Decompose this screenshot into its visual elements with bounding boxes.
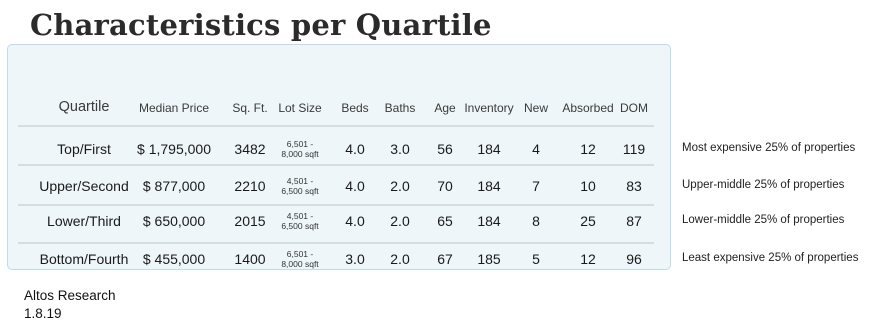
new-cell: 8 (532, 213, 540, 229)
header-inventory: Inventory (464, 101, 514, 115)
beds-cell: 4.0 (345, 141, 365, 157)
age-cell: 67 (437, 251, 453, 267)
header-lot-size: Lot Size (278, 101, 322, 115)
beds-cell: 4.0 (345, 213, 365, 229)
lot-size-cell: 4,501 -6,500 sqft (281, 211, 318, 231)
lot-size-unit: 8,000 sqft (281, 149, 319, 159)
absorbed-cell: 25 (580, 213, 596, 229)
row-separator (18, 242, 654, 244)
age-cell: 65 (437, 213, 453, 229)
row-separator (18, 125, 654, 127)
dom-cell: 83 (626, 178, 642, 194)
source-date: 1.8.19 (24, 306, 62, 321)
header-beds: Beds (341, 101, 369, 115)
lot-size-range: 6,501 - (286, 139, 314, 149)
price-cell: $ 650,000 (142, 213, 206, 229)
baths-cell: 2.0 (390, 251, 410, 267)
beds-cell: 3.0 (345, 251, 365, 267)
quartile-description: Lower-middle 25% of properties (682, 214, 845, 226)
beds-cell: 4.0 (345, 178, 365, 194)
quartile-description: Upper-middle 25% of properties (682, 179, 845, 191)
quartile-cell: Upper/Second (39, 178, 129, 194)
age-cell: 56 (437, 141, 453, 157)
new-cell: 5 (532, 251, 540, 267)
quartile-cell: Lower/Third (47, 213, 121, 229)
lot-size-unit: 6,500 sqft (281, 186, 319, 196)
sqft-cell: 2210 (234, 178, 266, 194)
quartile-table-panel (7, 44, 671, 270)
header-age: Age (434, 101, 456, 115)
dom-cell: 119 (622, 141, 646, 157)
lot-size-unit: 8,000 sqft (281, 259, 319, 269)
new-cell: 4 (532, 141, 540, 157)
quartile-cell: Top/First (57, 141, 111, 157)
absorbed-cell: 12 (580, 141, 596, 157)
dom-cell: 87 (626, 213, 642, 229)
sqft-cell: 3482 (234, 141, 266, 157)
header-absorbed: Absorbed (562, 101, 614, 115)
new-cell: 7 (532, 178, 540, 194)
sqft-cell: 1400 (234, 251, 266, 267)
lot-size-range: 4,501 - (286, 176, 314, 186)
row-separator (18, 204, 654, 206)
header-dom: DOM (620, 101, 648, 115)
age-cell: 70 (437, 178, 453, 194)
header-baths: Baths (384, 101, 416, 115)
price-cell: $ 877,000 (142, 178, 206, 194)
lot-size-range: 6,501 - (286, 249, 314, 259)
source-credit: Altos Research 1.8.19 (24, 287, 116, 323)
inventory-cell: 184 (477, 213, 501, 229)
quartile-description: Least expensive 25% of properties (682, 252, 859, 264)
absorbed-cell: 10 (580, 178, 596, 194)
lot-size-range: 4,501 - (286, 211, 314, 221)
inventory-cell: 184 (477, 141, 501, 157)
sqft-cell: 2015 (234, 213, 266, 229)
header-new: New (523, 101, 549, 115)
inventory-cell: 184 (477, 178, 501, 194)
header-median-price: Median Price (138, 101, 210, 115)
header-quartile: Quartile (58, 99, 110, 115)
absorbed-cell: 12 (580, 251, 596, 267)
price-cell: $ 455,000 (142, 251, 206, 267)
price-cell: $ 1,795,000 (137, 141, 211, 157)
lot-size-cell: 4,501 -6,500 sqft (281, 176, 318, 196)
quartile-cell: Bottom/Fourth (39, 251, 129, 267)
header-sq-ft: Sq. Ft. (232, 101, 268, 115)
inventory-cell: 185 (477, 251, 501, 267)
baths-cell: 2.0 (390, 178, 410, 194)
source-name: Altos Research (24, 288, 116, 303)
dom-cell: 96 (626, 251, 642, 267)
lot-size-unit: 6,500 sqft (281, 221, 319, 231)
baths-cell: 3.0 (390, 141, 410, 157)
page-title: Characteristics per Quartile (30, 8, 492, 42)
row-separator (18, 164, 654, 166)
lot-size-cell: 6,501 -8,000 sqft (281, 249, 318, 269)
baths-cell: 2.0 (390, 213, 410, 229)
quartile-description: Most expensive 25% of properties (682, 142, 856, 154)
lot-size-cell: 6,501 -8,000 sqft (281, 139, 318, 159)
